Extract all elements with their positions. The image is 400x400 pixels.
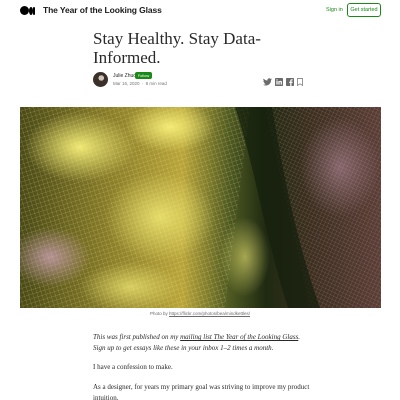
article-title: Stay Healthy. Stay Data-Informed. — [93, 29, 261, 67]
article-meta: Mar 16, 2020 · 8 min read — [113, 81, 167, 86]
hero-caption: Photo by https://flickr.com/photos/bea/m… — [0, 311, 400, 316]
top-navigation-bar: The Year of the Looking Glass Sign in Ge… — [0, 0, 400, 22]
linkedin-icon[interactable] — [275, 78, 283, 86]
twitter-icon[interactable] — [263, 78, 272, 86]
medium-logo-icon[interactable] — [20, 6, 35, 15]
sign-in-link[interactable]: Sign in — [326, 7, 343, 13]
caption-link[interactable]: https://flickr.com/photos/bea/mindkettle… — [169, 311, 250, 316]
publication-title[interactable]: The Year of the Looking Glass — [43, 5, 162, 15]
publish-date: Mar 16, 2020 — [113, 81, 140, 86]
body-paragraph: I have a confession to make. — [93, 363, 173, 371]
intro-paragraph: This was first published on my mailing l… — [93, 332, 311, 354]
bookmark-icon[interactable] — [297, 78, 303, 86]
caption-prefix: Photo by — [149, 311, 168, 316]
get-started-button[interactable]: Get started — [347, 3, 381, 17]
mailing-list-link[interactable]: mailing list The Year of the Looking Gla… — [180, 333, 298, 341]
follow-button[interactable]: Follow — [135, 72, 152, 79]
body-paragraph: As a designer, for years my primary goal… — [93, 383, 310, 400]
author-name[interactable]: Julie Zhuo — [113, 73, 136, 79]
author-avatar[interactable] — [93, 72, 108, 87]
intro-text-before: This was first published on my — [93, 333, 181, 341]
facebook-icon[interactable] — [286, 78, 294, 86]
meta-separator: · — [141, 81, 144, 86]
read-time: 8 min read — [145, 81, 167, 86]
hero-image — [20, 107, 381, 308]
